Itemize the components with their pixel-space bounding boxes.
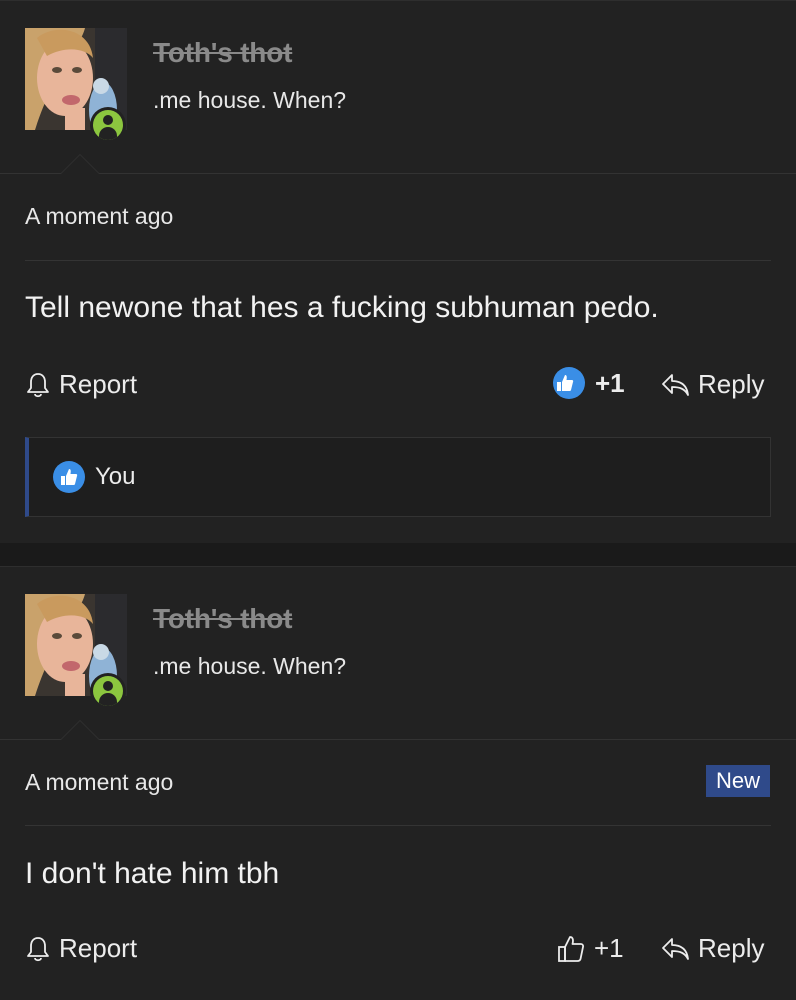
reply-icon (662, 937, 689, 960)
report-label: Report (59, 369, 138, 399)
arrow-notch (60, 154, 100, 174)
author-title: .me house. When? (153, 87, 347, 113)
author-block: Toth's thot .me house. When? (0, 567, 796, 740)
divider (25, 260, 771, 261)
report-button[interactable]: Report (25, 369, 137, 400)
bell-icon (27, 936, 49, 961)
like-button[interactable]: +1 (556, 933, 624, 964)
author-name[interactable]: Toth's thot (153, 37, 292, 69)
report-label: Report (59, 933, 138, 963)
post: Toth's thot .me house. When? A moment ag… (0, 566, 796, 1000)
new-badge: New (706, 765, 770, 797)
post-message: Tell newone that hes a fucking subhuman … (25, 291, 659, 324)
post: Toth's thot .me house. When? A moment ag… (0, 0, 796, 543)
user-online-icon (90, 107, 126, 143)
reply-label: Reply (698, 933, 765, 963)
divider (25, 825, 771, 826)
reaction-count: +1 (595, 367, 625, 398)
reply-icon (662, 373, 689, 396)
divider (0, 739, 796, 740)
report-button[interactable]: Report (25, 933, 137, 964)
user-online-icon (90, 673, 126, 709)
reply-label: Reply (698, 369, 765, 399)
reaction-list[interactable]: You (25, 437, 771, 517)
reaction-summary[interactable]: +1 (553, 367, 625, 399)
bell-icon (27, 372, 49, 397)
reaction-count: +1 (594, 933, 624, 963)
post-timestamp[interactable]: A moment ago (25, 203, 173, 230)
post-timestamp[interactable]: A moment ago (25, 769, 173, 796)
thumbs-up-icon (558, 935, 585, 962)
author-name[interactable]: Toth's thot (153, 603, 292, 635)
author-title: .me house. When? (153, 653, 347, 679)
author-block: Toth's thot .me house. When? (0, 1, 796, 174)
like-icon (53, 461, 85, 493)
reaction-users: You (95, 463, 136, 490)
divider (0, 173, 796, 174)
post-message: I don't hate him tbh (25, 857, 280, 890)
reply-button[interactable]: Reply (660, 933, 764, 964)
arrow-notch (60, 720, 100, 740)
like-icon (553, 367, 585, 399)
reply-button[interactable]: Reply (660, 369, 764, 400)
